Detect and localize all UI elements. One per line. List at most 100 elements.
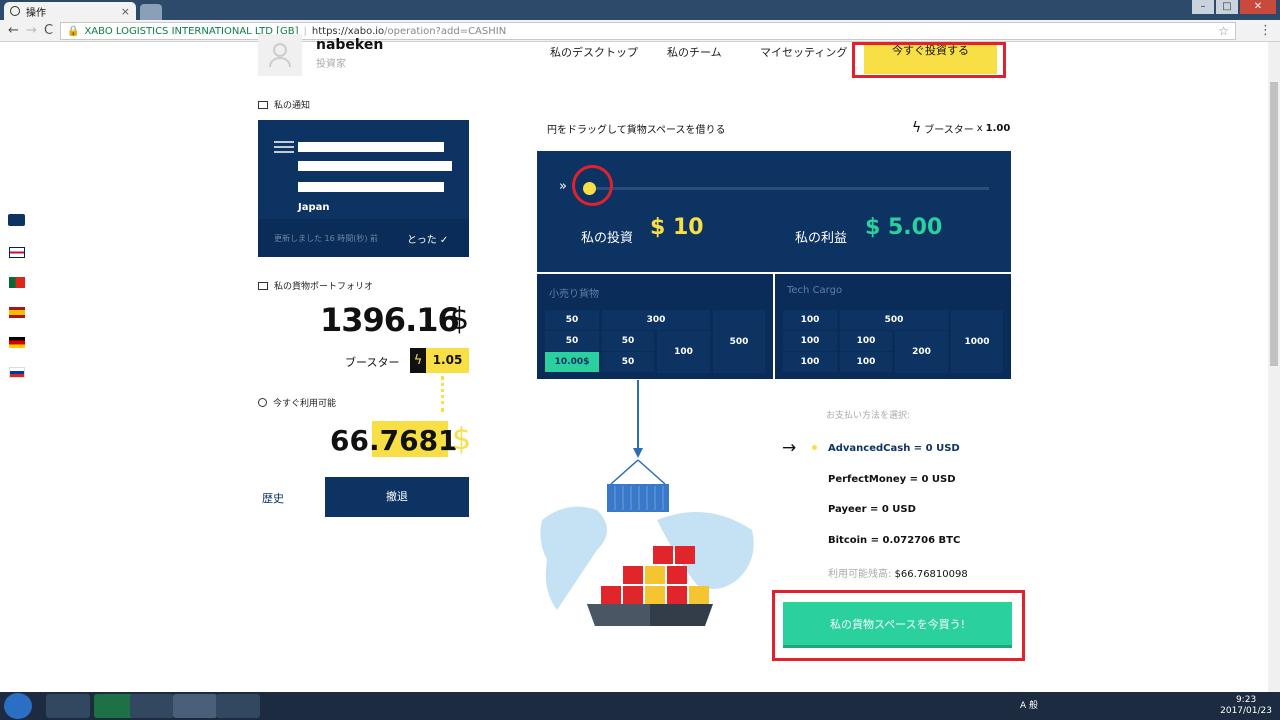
notification-icon: [258, 100, 268, 109]
ie-taskbar-icon[interactable]: [130, 694, 174, 718]
notifications-title: 私の通知: [274, 101, 311, 111]
briefcase-icon: [258, 281, 268, 290]
cargo-cell[interactable]: 50: [602, 331, 654, 351]
nav-team[interactable]: 私のチーム: [667, 44, 722, 60]
clock-time: 9:23: [1235, 695, 1257, 705]
notification-card: Japan 更新しました 16 時間(秒) 前 とった ✓: [258, 120, 469, 257]
flag-uk-icon[interactable]: [9, 247, 25, 258]
clock[interactable]: 9:23 2017/01/23: [1220, 695, 1272, 717]
nav-settings[interactable]: マイセッティング: [760, 44, 847, 60]
new-tab-button[interactable]: [140, 4, 162, 20]
notification-updated: 更新しました 16 時間(秒) 前: [274, 234, 379, 243]
url-host: https://xabo.io: [311, 25, 385, 37]
flag-germany-icon[interactable]: [9, 337, 25, 348]
cargo-cell[interactable]: 500: [840, 310, 948, 330]
back-button[interactable]: ←: [8, 23, 19, 38]
payment-advancedcash[interactable]: AdvancedCash = 0 USD: [828, 443, 960, 454]
cargo-tech-name: Tech Cargo: [787, 285, 843, 296]
cargo-cell[interactable]: 50: [545, 331, 599, 351]
url-text: https://xabo.io/operation?add=CASHIN: [312, 26, 506, 37]
slider-knob[interactable]: [583, 182, 596, 195]
cargo-cell-selected[interactable]: 10.00$: [545, 352, 599, 372]
available-header: 今すぐ利用可能: [258, 396, 336, 409]
slider-track[interactable]: [593, 187, 989, 190]
cargo-cell[interactable]: 100: [657, 331, 710, 373]
checkmark-icon: ✓: [439, 235, 449, 246]
url-input[interactable]: 🔒 XABO LOGISTICS INTERNATIONAL LTD [GB] …: [60, 22, 1236, 40]
browser-tab[interactable]: 操作 ×: [4, 2, 136, 20]
tab-close-icon[interactable]: ×: [121, 5, 130, 18]
explorer-taskbar-icon[interactable]: [46, 694, 90, 718]
avatar[interactable]: [258, 34, 302, 76]
taskbar: A 般 9:23 2017/01/23: [0, 692, 1280, 720]
cargo-cell[interactable]: 100: [783, 331, 837, 351]
cargo-tech: Tech Cargo 100 500 1000 100 100 200 100 …: [775, 274, 1011, 379]
arrow-right-icon: →: [782, 438, 797, 458]
selected-dot-icon: [812, 445, 817, 450]
flag-russia-icon[interactable]: [9, 367, 25, 378]
withdraw-button[interactable]: 撤退: [325, 477, 469, 517]
reload-button[interactable]: C: [44, 23, 53, 38]
available-currency: $: [452, 422, 472, 457]
paint-taskbar-icon[interactable]: [216, 694, 260, 718]
booster-connector: [441, 376, 444, 412]
history-link[interactable]: 歴史: [262, 490, 284, 506]
slider-booster-label: ブースター: [924, 124, 974, 136]
balance-value: $66.76810098: [894, 569, 968, 580]
nav-desktop[interactable]: 私のデスクトップ: [550, 44, 638, 60]
dollar-circle-icon: [258, 398, 267, 407]
available-amount: 66.7681: [330, 424, 458, 457]
payment-payeer[interactable]: Payeer = 0 USD: [828, 504, 916, 515]
slider-booster-mult: x: [976, 122, 983, 134]
chat-icon[interactable]: [8, 214, 25, 226]
drag-hint: 円をドラッグして貨物スペースを借りる: [547, 125, 726, 136]
user-silhouette-icon: [269, 43, 291, 68]
cargo-cell[interactable]: 500: [713, 310, 765, 373]
cargo-cell[interactable]: 100: [840, 352, 892, 372]
url-path: /operation?add=CASHIN: [384, 25, 507, 37]
notifications-header: 私の通知: [258, 98, 310, 111]
portfolio-title: 私の貨物ポートフォリオ: [274, 282, 374, 292]
browser-menu-icon[interactable]: ⋮: [1259, 23, 1272, 38]
maximize-button[interactable]: □: [1216, 0, 1238, 14]
address-bar-row: ← → C 🔒 XABO LOGISTICS INTERNATIONAL LTD…: [0, 20, 1280, 42]
flag-spain-icon[interactable]: [9, 307, 25, 318]
chrome-taskbar-icon[interactable]: [173, 694, 217, 718]
start-button[interactable]: [4, 693, 32, 719]
slider-booster-value: 1.00: [985, 122, 1011, 134]
tab-favicon-icon: [10, 6, 20, 16]
balance-label: 利用可能残高:: [828, 569, 892, 580]
highlight-box-buy: [772, 590, 1025, 661]
cargo-cell[interactable]: 200: [895, 331, 948, 373]
redacted-bar: [298, 161, 452, 171]
highlight-box-invest: [852, 42, 1006, 78]
notification-took-button[interactable]: とった ✓: [407, 231, 448, 246]
notification-footer: 更新しました 16 時間(秒) 前 とった ✓: [258, 219, 469, 257]
took-label: とった: [407, 235, 437, 246]
payment-bitcoin[interactable]: Bitcoin = 0.072706 BTC: [828, 535, 960, 546]
notification-country: Japan: [298, 202, 330, 213]
cargo-cell[interactable]: 1000: [951, 310, 1003, 373]
cargo-cell[interactable]: 50: [545, 310, 599, 330]
cargo-cell[interactable]: 50: [602, 352, 654, 372]
minimize-button[interactable]: –: [1192, 0, 1214, 14]
flag-portugal-icon[interactable]: [9, 277, 25, 288]
my-profit-value: $ 5.00: [865, 215, 943, 240]
tray-language[interactable]: A 般: [1020, 698, 1038, 711]
payment-perfectmoney[interactable]: PerfectMoney = 0 USD: [828, 474, 956, 485]
my-investment-value: $ 10: [650, 215, 704, 240]
cargo-cell[interactable]: 100: [783, 352, 837, 372]
available-dec: 7681: [379, 424, 458, 457]
forward-button[interactable]: →: [26, 23, 37, 38]
bookmark-star-icon[interactable]: ☆: [1218, 24, 1229, 38]
cargo-cell[interactable]: 100: [783, 310, 837, 330]
cargo-cell[interactable]: 100: [840, 331, 892, 351]
cargo-cell[interactable]: 300: [602, 310, 710, 330]
window-close-button[interactable]: ✕: [1240, 0, 1276, 14]
cargo-network-icon: [274, 141, 294, 153]
scrollbar-thumb[interactable]: [1270, 82, 1278, 366]
investment-slider-panel: » 私の投資 $ 10 私の利益 $ 5.00: [537, 151, 1011, 272]
chevron-right-icon: »: [559, 179, 567, 194]
lock-icon: 🔒: [67, 25, 80, 37]
page-scrollbar[interactable]: [1268, 42, 1280, 692]
